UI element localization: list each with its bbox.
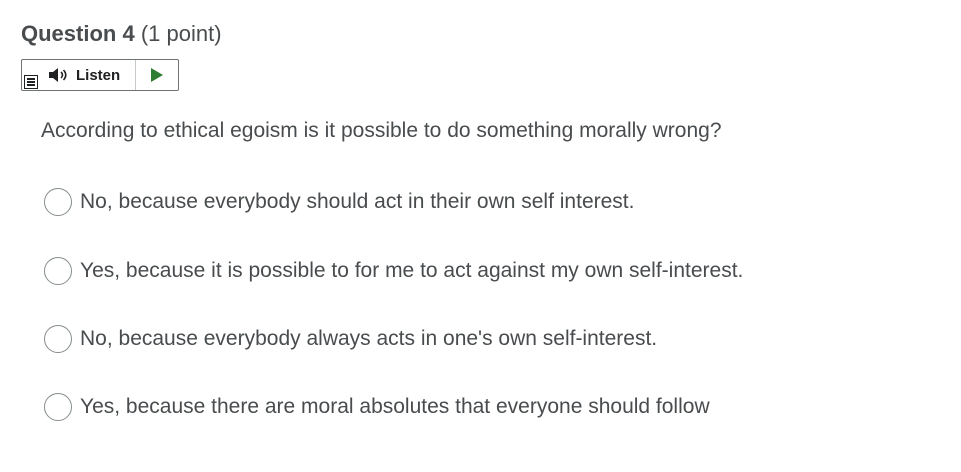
question-title: Question 4	[21, 21, 135, 46]
answer-choice[interactable]: No, because everybody always acts in one…	[44, 324, 657, 354]
answer-choice-label: Yes, because it is possible to for me to…	[80, 259, 744, 282]
radio-button[interactable]	[44, 393, 72, 421]
answer-choice[interactable]: Yes, because it is possible to for me to…	[44, 256, 743, 286]
listen-label: Listen	[76, 66, 121, 84]
question-header: Question 4 (1 point)	[21, 20, 222, 48]
question-prompt: According to ethical egoism is it possib…	[41, 119, 722, 142]
speaker-icon	[49, 68, 67, 82]
question-points: (1 point)	[140, 21, 222, 46]
play-button[interactable]	[136, 60, 178, 90]
answer-choice-label: No, because everybody always acts in one…	[80, 327, 658, 350]
menu-icon[interactable]	[24, 75, 38, 89]
answer-choice[interactable]: No, because everybody should act in thei…	[44, 187, 634, 217]
radio-button[interactable]	[44, 257, 72, 285]
answer-choice[interactable]: Yes, because there are moral absolutes t…	[44, 392, 710, 422]
radio-button[interactable]	[44, 188, 72, 216]
listen-widget: Listen	[21, 59, 179, 91]
play-icon	[151, 68, 163, 82]
answer-choice-label: Yes, because there are moral absolutes t…	[80, 395, 710, 418]
listen-button[interactable]: Listen	[48, 60, 136, 90]
answer-choice-label: No, because everybody should act in thei…	[80, 190, 635, 213]
radio-button[interactable]	[44, 325, 72, 353]
